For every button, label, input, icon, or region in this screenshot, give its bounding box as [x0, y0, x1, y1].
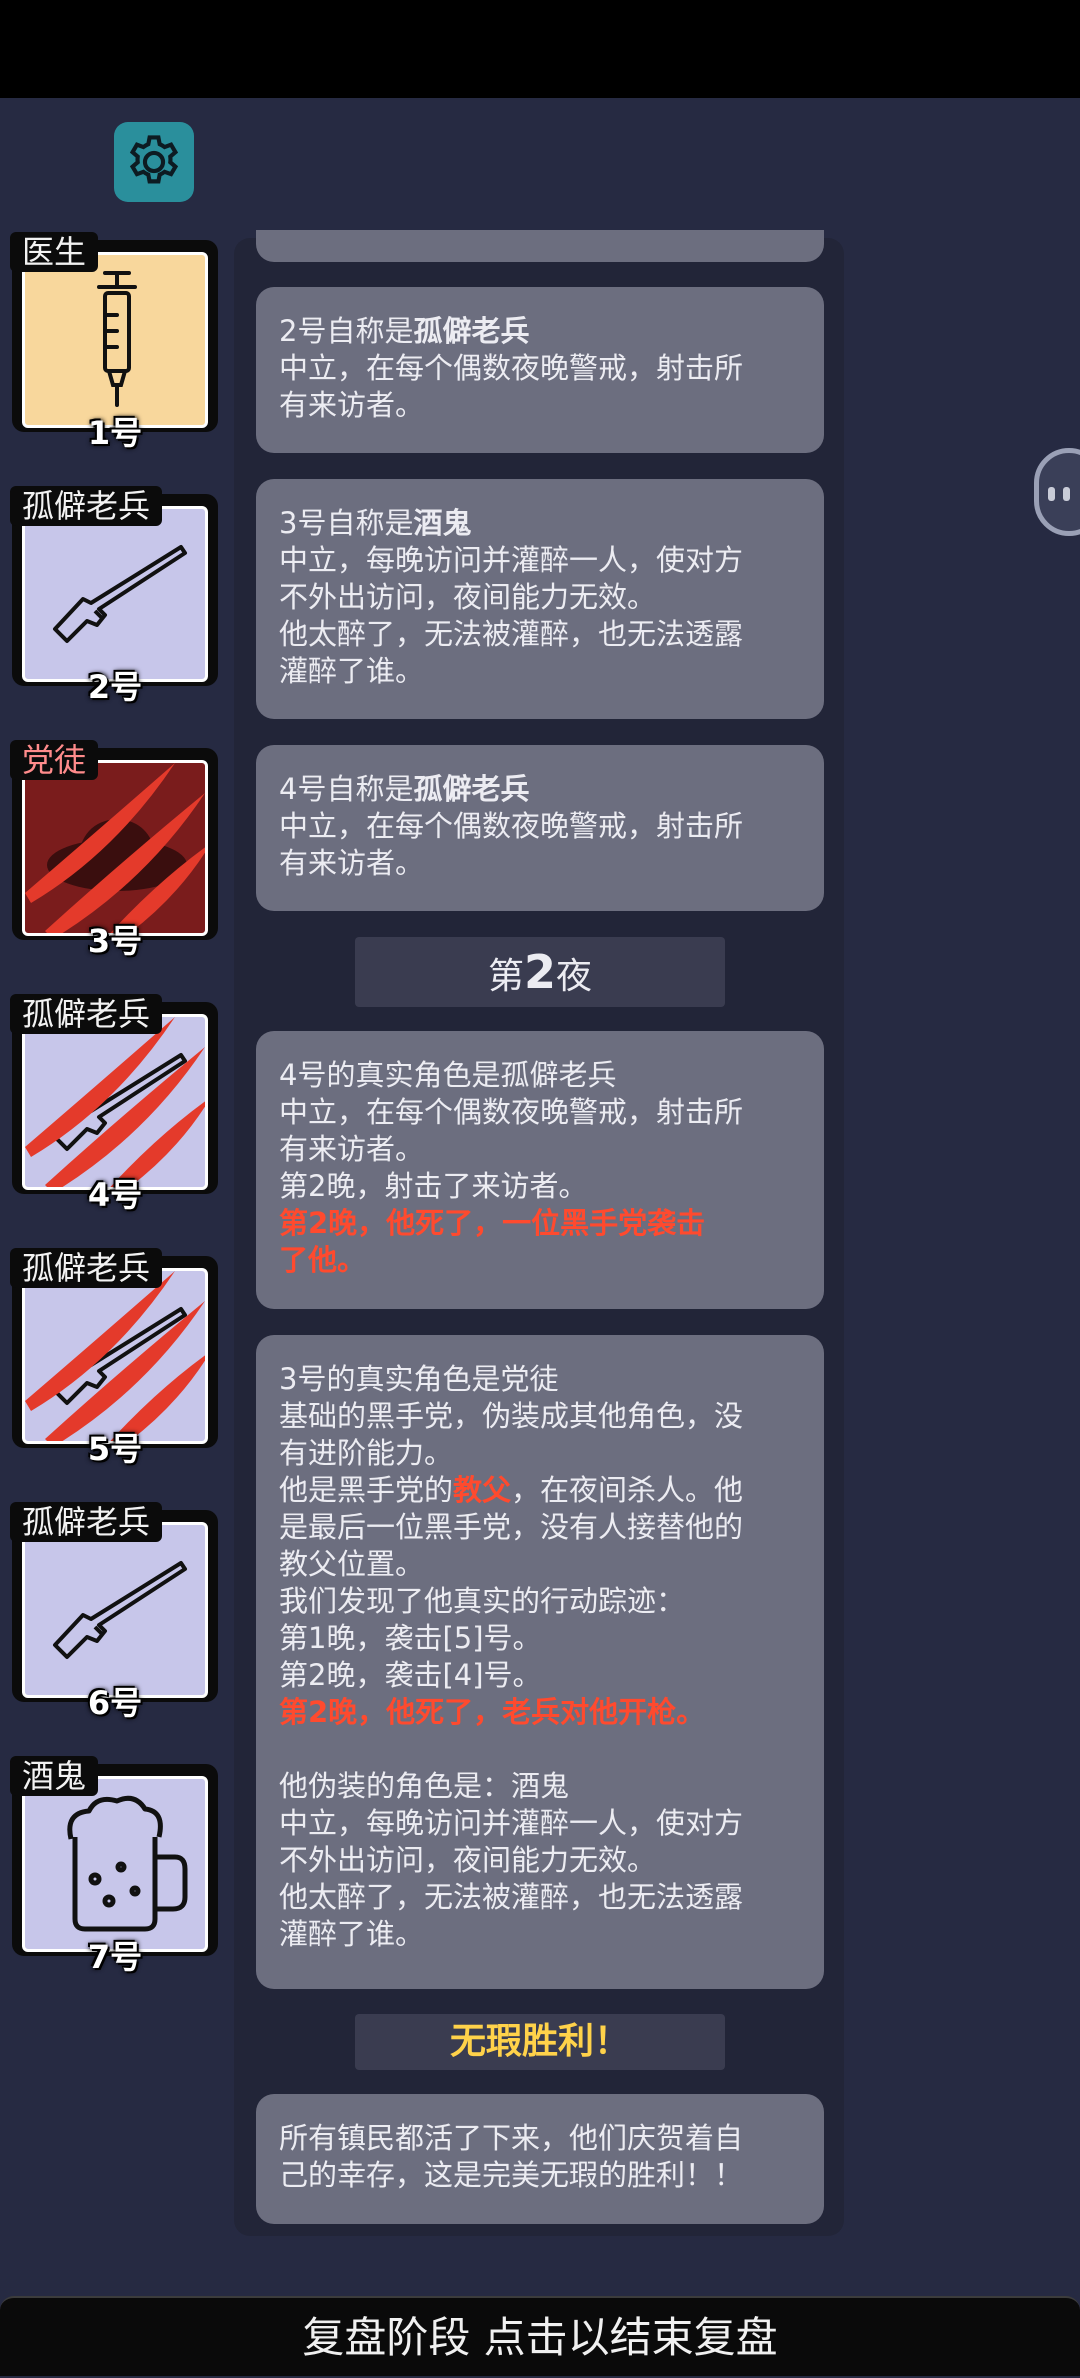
log-message-partial: [256, 230, 824, 262]
log-message-claim: 3号自称是酒鬼 中立，每晚访问并灌醉一人，使对方 不外出访问，夜间能力无效。 他…: [256, 479, 824, 719]
seat-number: 4号: [87, 1176, 143, 1214]
player-card-5[interactable]: 孤僻老兵 5号: [10, 1248, 220, 1468]
rifle-icon: [53, 1561, 187, 1659]
side-drawer-handle[interactable]: [1034, 448, 1080, 536]
seat-number: 6号: [87, 1684, 143, 1722]
player-card-6[interactable]: 孤僻老兵 6号: [10, 1502, 220, 1722]
seat-number: 3号: [87, 922, 143, 960]
rifle-icon: [53, 545, 187, 643]
seat-number: 5号: [87, 1430, 143, 1468]
player-card-3[interactable]: 党徒 3号: [10, 740, 220, 960]
settings-button[interactable]: [114, 122, 194, 202]
player-card-4[interactable]: 孤僻老兵 4号: [10, 994, 220, 1214]
victory-header: 无瑕胜利！: [355, 2014, 725, 2070]
gear-icon: [129, 135, 179, 184]
player-card-7[interactable]: 酒鬼 7号: [10, 1756, 220, 1976]
claw-marks-icon: [25, 1271, 205, 1441]
role-label: 酒鬼: [10, 1756, 99, 1796]
role-label: 党徒: [10, 740, 99, 780]
end-review-button[interactable]: 复盘阶段 点击以结束复盘: [0, 2296, 1080, 2376]
role-label: 孤僻老兵: [10, 994, 163, 1034]
claw-marks-icon: [25, 763, 205, 933]
log-message-reveal: 3号的真实角色是党徒 基础的黑手党，伪装成其他角色，没 有进阶能力。 他是黑手党…: [256, 1335, 824, 1989]
beer-mug-icon: [67, 1795, 188, 1932]
role-label: 孤僻老兵: [10, 1248, 163, 1288]
player-card-2[interactable]: 孤僻老兵 2号: [10, 486, 220, 706]
log-message-claim: 2号自称是孤僻老兵 中立，在每个偶数夜晚警戒，射击所 有来访者。: [256, 287, 824, 453]
player-card-1[interactable]: 医生 1号: [10, 232, 220, 452]
status-bar: [0, 0, 1080, 98]
log-message-claim: 4号自称是孤僻老兵 中立，在每个偶数夜晚警戒，射击所 有来访者。: [256, 745, 824, 911]
syringe-icon: [97, 271, 137, 407]
log-message-reveal: 4号的真实角色是孤僻老兵 中立，在每个偶数夜晚警戒，射击所 有来访者。 第2晚，…: [256, 1031, 824, 1309]
seat-number: 7号: [87, 1938, 143, 1976]
seat-number: 2号: [87, 668, 143, 706]
claw-marks-icon: [25, 1017, 205, 1187]
role-label: 医生: [10, 232, 99, 272]
role-label: 孤僻老兵: [10, 1502, 163, 1542]
seat-number: 1号: [87, 414, 143, 452]
log-message-victory: 所有镇民都活了下来，他们庆贺着自 己的幸存，这是完美无瑕的胜利！！: [256, 2094, 824, 2224]
role-label: 孤僻老兵: [10, 486, 163, 526]
night-header: 第2夜: [355, 937, 725, 1007]
